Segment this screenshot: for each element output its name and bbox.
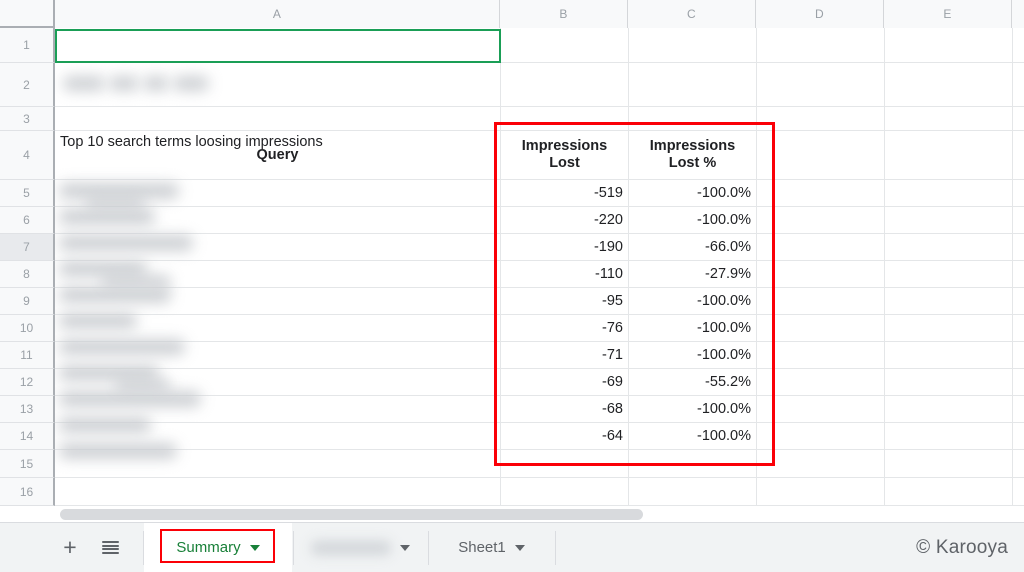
gridline-v-cd [756, 28, 757, 506]
row-header-15[interactable]: 15 [0, 450, 55, 478]
cell-b5[interactable]: -519 [501, 180, 628, 206]
row-header-5[interactable]: 5 [0, 180, 55, 207]
all-sheets-button[interactable] [95, 523, 125, 572]
hamburger-icon [102, 541, 119, 554]
row-header-3[interactable]: 3 [0, 107, 55, 131]
cell-b12[interactable]: -69 [501, 369, 628, 395]
gridline-h-14 [55, 449, 1024, 450]
row-header-14[interactable]: 14 [0, 423, 55, 450]
spreadsheet-app: A B C D E 1 2 3 4 5 6 7 8 9 10 11 12 13 … [0, 0, 1024, 572]
horizontal-scrollbar-track[interactable] [55, 506, 1024, 522]
cell-b6[interactable]: -220 [501, 207, 628, 233]
row-header-8[interactable]: 8 [0, 261, 55, 288]
add-sheet-button[interactable]: + [55, 523, 85, 572]
cell-b9[interactable]: -95 [501, 288, 628, 314]
cell-c13[interactable]: -100.0% [629, 396, 756, 422]
bottom-bar-divider-4 [555, 531, 556, 565]
column-header-d[interactable]: D [756, 0, 884, 28]
row-header-13[interactable]: 13 [0, 396, 55, 423]
chevron-down-icon[interactable] [515, 545, 525, 551]
gridline-h-1 [55, 62, 1024, 63]
redacted-query-column [55, 179, 245, 479]
row-header-11[interactable]: 11 [0, 342, 55, 369]
row-header-16[interactable]: 16 [0, 478, 55, 506]
cell-b8[interactable]: -110 [501, 261, 628, 287]
row-header-7[interactable]: 7 [0, 234, 55, 261]
chevron-down-icon[interactable] [250, 545, 260, 551]
cell-c5[interactable]: -100.0% [629, 180, 756, 206]
cell-b11[interactable]: -71 [501, 342, 628, 368]
selected-cell-a1 [55, 29, 501, 63]
cell-c6[interactable]: -100.0% [629, 207, 756, 233]
cell-c10[interactable]: -100.0% [629, 315, 756, 341]
cell-b13[interactable]: -68 [501, 396, 628, 422]
cell-b7[interactable]: -190 [501, 234, 628, 260]
select-all-corner[interactable] [0, 0, 55, 28]
sheet-tab-summary-label: Summary [176, 539, 240, 556]
cell-c14[interactable]: -100.0% [629, 423, 756, 449]
row-header-1[interactable]: 1 [0, 28, 55, 63]
cell-b4-impressions-lost-header[interactable]: Impressions Lost [501, 131, 628, 179]
cell-a4-query-header[interactable]: Query [55, 131, 500, 179]
row-header-2[interactable]: 2 [0, 63, 55, 107]
sheet-tab-sheet1-label: Sheet1 [458, 539, 506, 556]
redacted-cell-a2 [55, 64, 235, 106]
column-header-b[interactable]: B [500, 0, 628, 28]
redacted-sheet-tab-label [311, 538, 391, 558]
cell-c8[interactable]: -27.9% [629, 261, 756, 287]
row-header-12[interactable]: 12 [0, 369, 55, 396]
cell-b14[interactable]: -64 [501, 423, 628, 449]
column-header-e[interactable]: E [884, 0, 1012, 28]
bottom-bar: + Summary Sheet1 [0, 522, 1024, 572]
row-header-6[interactable]: 6 [0, 207, 55, 234]
gridline-h-15 [55, 477, 1024, 478]
cell-c7[interactable]: -66.0% [629, 234, 756, 260]
column-header-f[interactable] [1012, 0, 1024, 28]
watermark-karooya: © Karooya [916, 523, 1008, 572]
cell-c12[interactable]: -55.2% [629, 369, 756, 395]
plus-icon: + [63, 536, 76, 559]
cell-b10[interactable]: -76 [501, 315, 628, 341]
sheet-tab-sheet1[interactable]: Sheet1 [429, 523, 554, 572]
gridline-h-2 [55, 106, 1024, 107]
grid-area[interactable]: Top 10 search terms loosing impressions … [55, 28, 1024, 506]
column-header-c[interactable]: C [628, 0, 756, 28]
gridline-v-ef [1012, 28, 1013, 506]
sheet-tab-redacted[interactable] [294, 523, 427, 572]
cell-c9[interactable]: -100.0% [629, 288, 756, 314]
horizontal-scrollbar-thumb[interactable] [60, 509, 643, 520]
chevron-down-icon[interactable] [400, 545, 410, 551]
cell-c11[interactable]: -100.0% [629, 342, 756, 368]
row-header-9[interactable]: 9 [0, 288, 55, 315]
cell-c4-impressions-lost-pct-header[interactable]: Impressions Lost % [629, 131, 756, 179]
sheet-tab-summary[interactable]: Summary [144, 523, 292, 572]
row-header-4[interactable]: 4 [0, 131, 55, 180]
column-header-bar: A B C D E [0, 0, 1024, 28]
gridline-v-de [884, 28, 885, 506]
column-header-a[interactable]: A [55, 0, 500, 28]
row-header-10[interactable]: 10 [0, 315, 55, 342]
